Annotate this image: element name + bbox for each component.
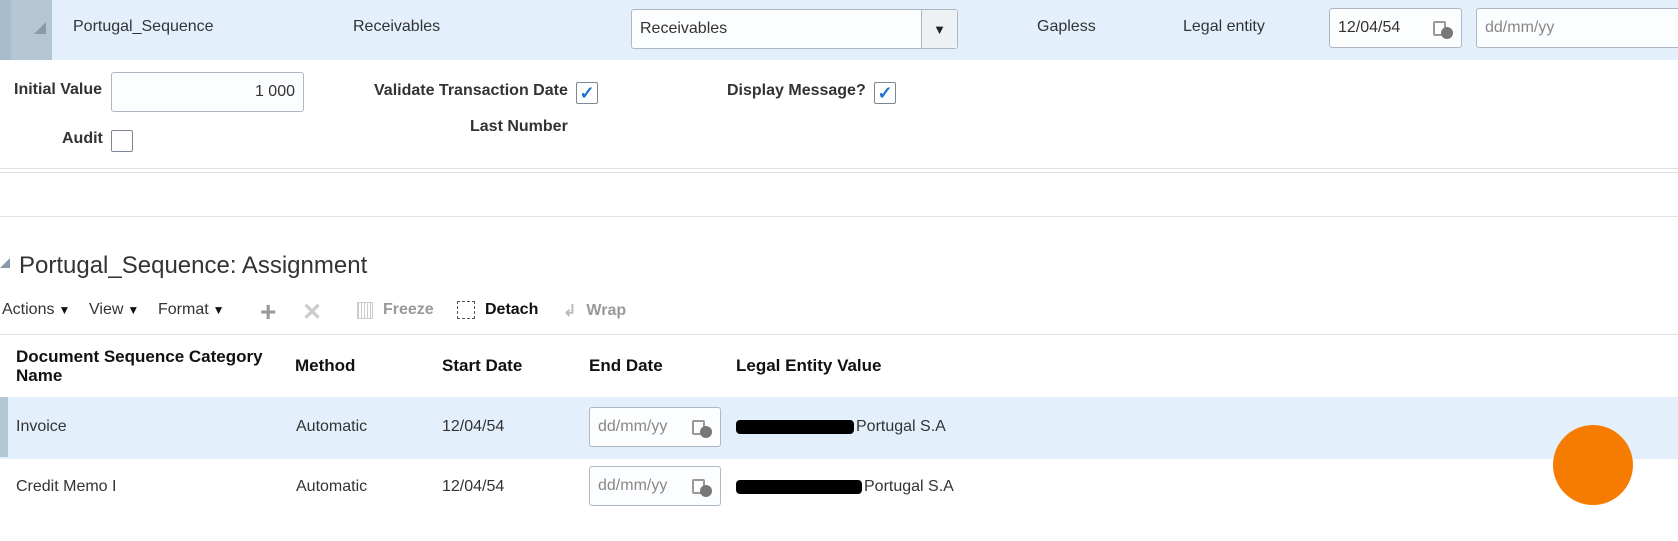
end-date-placeholder: dd/mm/yy [598,477,668,494]
end-date-placeholder: dd/mm/yy [598,418,668,435]
wrap-button[interactable]: ↲ Wrap [563,301,626,321]
cell-start-date: 12/04/54 [442,478,505,495]
col-header-end-date[interactable]: End Date [589,356,663,376]
detach-icon [457,301,475,319]
actions-label: Actions [2,301,55,318]
end-date-placeholder: dd/mm/yy [1485,19,1555,36]
cell-category: Credit Memo I [16,478,117,495]
cell-method: Automatic [296,418,368,435]
chevron-down-icon: ▼ [58,303,71,317]
end-date-input[interactable]: dd/mm/yy [589,466,721,506]
start-date-input[interactable]: 12/04/54 [1329,8,1462,48]
freeze-label: Freeze [383,301,434,318]
cell-category: Invoice [16,418,67,435]
cell-legal-entity: Portugal S.A [736,418,946,436]
wrap-icon: ↲ [563,303,577,320]
row-selector[interactable] [0,397,8,457]
application: Receivables [353,18,441,35]
delete-icon[interactable]: ✕ [302,298,322,327]
view-label: View [89,301,124,318]
sequence-name: Portugal_Sequence [73,18,214,35]
calendar-icon[interactable] [690,475,712,497]
last-number-label: Last Number [470,118,568,135]
sequence-type: Gapless [1037,18,1096,35]
validate-date-label: Validate Transaction Date [374,82,568,99]
end-date-input[interactable]: dd/mm/yy [1476,8,1678,48]
determinant-type: Legal entity [1183,18,1265,35]
audit-checkbox[interactable] [111,130,133,152]
start-date-value: 12/04/54 [1338,19,1401,36]
audit-label: Audit [62,130,103,147]
module-select-value: Receivables [640,20,728,37]
chevron-down-icon: ▼ [127,303,140,317]
section-collapse-icon[interactable] [0,258,10,268]
legal-entity-text: Portugal S.A [864,478,954,495]
module-select[interactable]: Receivables ▼ [631,9,958,49]
actions-menu[interactable]: Actions ▼ [2,301,70,319]
section-title: Portugal_Sequence: Assignment [19,252,368,279]
calendar-icon[interactable] [690,416,712,438]
initial-value-input[interactable]: 1 000 [111,72,304,112]
validate-date-checkbox[interactable]: ✓ [576,82,598,104]
table-top-border [0,334,1678,335]
detach-button[interactable]: Detach [457,301,538,319]
initial-value-label: Initial Value [14,81,103,98]
chevron-down-icon[interactable]: ▼ [921,10,957,48]
view-menu[interactable]: View ▼ [89,301,139,319]
format-menu[interactable]: Format ▼ [158,301,225,319]
display-message-label: Display Message? [727,82,866,99]
end-date-input[interactable]: dd/mm/yy [589,407,721,447]
freeze-icon [357,301,373,319]
col-header-legal-entity[interactable]: Legal Entity Value [736,356,882,376]
cell-method: Automatic [296,478,368,495]
col-header-start-date[interactable]: Start Date [442,356,522,376]
divider [0,168,1678,169]
divider [0,172,1678,173]
format-label: Format [158,301,209,318]
col-header-method[interactable]: Method [295,356,355,376]
freeze-button[interactable]: Freeze [357,301,434,319]
add-icon[interactable]: + [260,296,276,328]
detach-label: Detach [485,301,539,318]
collapse-icon[interactable] [34,22,46,34]
wrap-label: Wrap [586,302,627,319]
cell-start-date: 12/04/54 [442,418,505,435]
legal-entity-text: Portugal S.A [856,418,946,435]
divider [0,216,1678,217]
floating-action-button[interactable] [1553,425,1633,505]
display-message-checkbox[interactable]: ✓ [874,82,896,104]
chevron-down-icon: ▼ [212,303,225,317]
redaction-bar [736,479,862,494]
initial-value: 1 000 [254,83,295,100]
calendar-icon[interactable] [1431,17,1453,39]
redaction-bar [736,419,854,434]
col-header-category[interactable]: Document Sequence Category Name [16,347,286,385]
cell-legal-entity: Portugal S.A [736,478,954,496]
